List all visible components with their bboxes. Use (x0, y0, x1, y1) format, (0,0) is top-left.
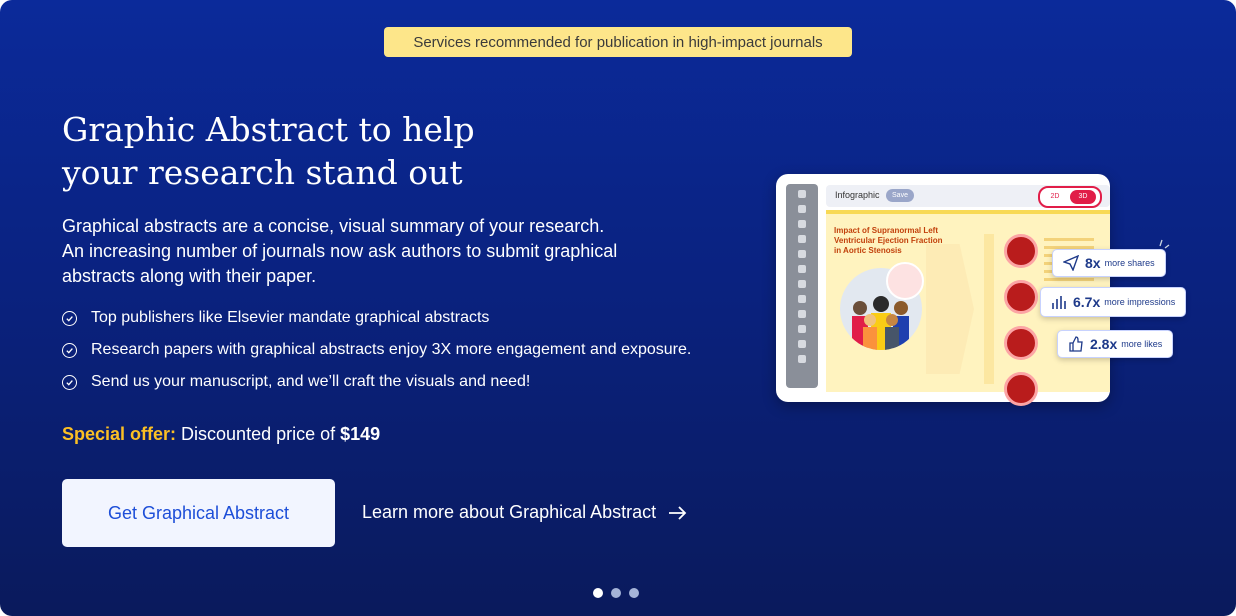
benefit-text: Send us your manuscript, and we’ll craft… (91, 373, 531, 390)
toggle-2d: 2D (1042, 190, 1068, 204)
check-circle-icon (62, 310, 77, 326)
stat-value: 6.7x (1073, 294, 1101, 310)
headline: Graphic Abstract to help your research s… (62, 108, 582, 194)
stat-card-likes: 2.8x more likes (1057, 330, 1174, 358)
tool-palette (786, 184, 818, 388)
benefit-text: Top publishers like Elsevier mandate gra… (91, 309, 490, 326)
infographic-tab: Infographic (835, 190, 880, 200)
check-circle-icon (62, 342, 77, 358)
view-toggle: 2D 3D (1038, 186, 1102, 208)
save-chip: Save (886, 189, 914, 202)
special-offer: Special offer: Discounted price of $149 (62, 424, 380, 445)
stat-value: 2.8x (1090, 336, 1118, 352)
flow-arrow-shape (926, 244, 974, 374)
sparkle-icon (1159, 239, 1170, 249)
stat-label: more likes (1121, 339, 1163, 349)
toggle-3d: 3D (1070, 190, 1096, 204)
promo-banner: Services recommended for publication in … (0, 0, 1236, 616)
intro-paragraph: Graphical abstracts are a concise, visua… (62, 214, 682, 289)
carousel-dot-1[interactable] (593, 588, 603, 598)
benefit-list: Top publishers like Elsevier mandate gra… (62, 302, 691, 398)
headline-line-1: Graphic Abstract to help (62, 110, 475, 149)
carousel-dot-3[interactable] (629, 588, 639, 598)
send-icon (1063, 255, 1079, 271)
bar-chart-icon (1052, 296, 1066, 309)
offer-text: Discounted price of (176, 424, 341, 444)
stat-card-impressions: 6.7x more impressions (1040, 287, 1187, 317)
carousel-dot-2[interactable] (611, 588, 621, 598)
offer-label: Special offer: (62, 424, 177, 444)
headline-line-2: your research stand out (62, 153, 463, 192)
learn-more-link[interactable]: Learn more about Graphical Abstract (362, 502, 688, 523)
recommendation-badge: Services recommended for publication in … (384, 27, 852, 57)
intro-line-3: abstracts along with their paper. (62, 266, 317, 286)
benefit-item: Top publishers like Elsevier mandate gra… (62, 302, 691, 334)
benefit-text: Research papers with graphical abstracts… (91, 341, 692, 358)
check-circle-icon (62, 374, 77, 390)
intro-line-2: An increasing number of journals now ask… (62, 241, 618, 261)
get-graphical-abstract-button[interactable]: Get Graphical Abstract (62, 479, 335, 547)
thumbs-up-icon (1069, 336, 1083, 352)
carousel-dots (593, 588, 639, 598)
valve-column (1004, 234, 1038, 418)
stat-label: more impressions (1104, 297, 1176, 307)
stat-value: 8x (1085, 255, 1101, 271)
stat-card-shares: 8x more shares (1052, 249, 1166, 277)
bracket-bar (984, 234, 994, 384)
heart-illustration (886, 262, 924, 300)
arrow-right-icon (669, 505, 687, 520)
offer-price: $149 (340, 424, 381, 444)
learn-more-label: Learn more about Graphical Abstract (362, 502, 657, 522)
benefit-item: Research papers with graphical abstracts… (62, 334, 691, 366)
stat-label: more shares (1104, 258, 1155, 268)
benefit-item: Send us your manuscript, and we’ll craft… (62, 366, 691, 398)
editor-topbar: Infographic Save 2D 3D (826, 185, 1110, 208)
intro-line-1: Graphical abstracts are a concise, visua… (62, 216, 605, 236)
